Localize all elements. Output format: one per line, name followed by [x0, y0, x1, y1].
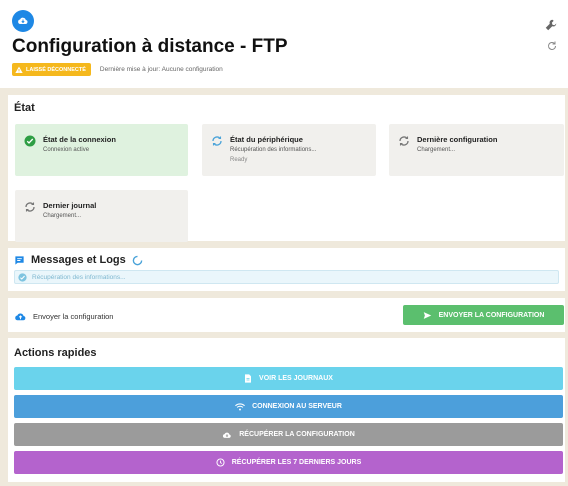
- fetch-config-button[interactable]: RÉCUPÉRER LA CONFIGURATION: [14, 423, 563, 446]
- spinner-icon: [132, 255, 143, 266]
- quick-actions-title: Actions rapides: [14, 347, 97, 359]
- card-last-log: Dernier journal Chargement...: [15, 190, 188, 242]
- send-button-label: ENVOYER LA CONFIGURATION: [438, 311, 545, 319]
- quick-actions-section: Actions rapides VOIR LES JOURNAUX CONNEX…: [8, 338, 565, 482]
- card-subtitle: Chargement...: [417, 147, 456, 153]
- messages-section: Messages et Logs Récupération des inform…: [8, 248, 565, 291]
- file-icon: [244, 374, 252, 383]
- refresh-icon[interactable]: [546, 40, 558, 52]
- last-update-text: Dernière mise à jour: Aucune configurati…: [99, 66, 223, 73]
- card-extra: Ready: [230, 157, 248, 163]
- connect-server-button[interactable]: CONNEXION AU SERVEUR: [14, 395, 563, 418]
- fetch-last-7-days-button[interactable]: RÉCUPÉRER LES 7 DERNIERS JOURS: [14, 451, 563, 474]
- warning-badge-label: LAISSÉ DÉCONNECTÉ: [26, 66, 86, 73]
- clock-icon: [216, 458, 225, 467]
- etat-section: État État de la connexion Connexion acti…: [8, 95, 565, 242]
- send-config-button[interactable]: ENVOYER LA CONFIGURATION: [403, 305, 564, 325]
- page-title: Configuration à distance - FTP: [12, 36, 288, 57]
- messages-header: Messages et Logs: [14, 254, 143, 266]
- card-subtitle: Chargement...: [43, 213, 82, 219]
- button-label: RÉCUPÉRER LES 7 DERNIERS JOURS: [231, 459, 362, 466]
- check-circle-icon: [24, 135, 36, 147]
- sync-icon: [398, 135, 410, 147]
- button-label: VOIR LES JOURNAUX: [259, 375, 333, 382]
- message-icon: [14, 255, 25, 266]
- cloud-upload-icon: [14, 310, 27, 323]
- sync-icon: [211, 135, 223, 147]
- card-title: Dernier journal: [43, 201, 97, 210]
- warning-badge: LAISSÉ DÉCONNECTÉ: [12, 63, 91, 76]
- button-label: RÉCUPÉRER LA CONFIGURATION: [239, 431, 355, 438]
- wifi-icon: [235, 402, 246, 411]
- messages-title: Messages et Logs: [31, 254, 126, 266]
- send-section: Envoyer la configuration ENVOYER LA CONF…: [8, 298, 565, 332]
- card-subtitle: Récupération des informations...: [230, 147, 317, 153]
- info-text: Récupération des informations...: [32, 273, 126, 281]
- card-title: Dernière configuration: [417, 135, 498, 144]
- cloud-download-icon: [222, 430, 232, 439]
- sync-icon: [24, 201, 36, 213]
- send-label-text: Envoyer la configuration: [33, 312, 114, 321]
- etat-title: État: [14, 102, 35, 114]
- send-config-label: Envoyer la configuration: [14, 310, 113, 323]
- cloud-logo-icon: [12, 10, 34, 32]
- info-alert: Récupération des informations...: [14, 270, 559, 284]
- card-title: État du périphérique: [230, 135, 303, 144]
- send-icon: [423, 311, 432, 320]
- card-subtitle: Connexion active: [43, 147, 90, 153]
- button-label: CONNEXION AU SERVEUR: [252, 403, 342, 410]
- status-row: LAISSÉ DÉCONNECTÉ Dernière mise à jour: …: [12, 63, 223, 76]
- info-check-icon: [18, 272, 27, 282]
- wrench-icon[interactable]: [544, 18, 558, 32]
- card-device-status: État du périphérique Récupération des in…: [202, 124, 376, 176]
- warning-icon: [15, 66, 23, 74]
- card-last-config: Dernière configuration Chargement...: [389, 124, 564, 176]
- page-header: Configuration à distance - FTP LAISSÉ DÉ…: [0, 0, 568, 88]
- page: Configuration à distance - FTP LAISSÉ DÉ…: [0, 0, 568, 486]
- card-title: État de la connexion: [43, 135, 116, 144]
- view-logs-button[interactable]: VOIR LES JOURNAUX: [14, 367, 563, 390]
- card-connection-status: État de la connexion Connexion active: [15, 124, 188, 176]
